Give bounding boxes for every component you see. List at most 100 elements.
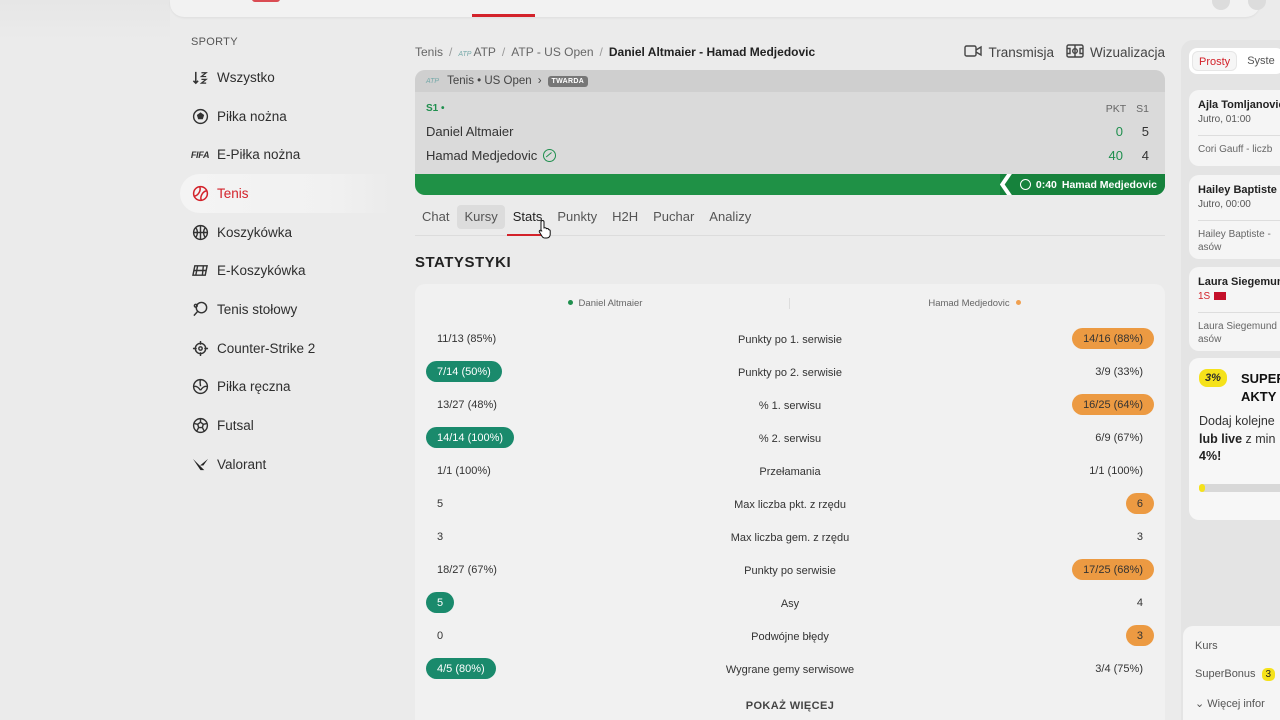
stats-left-player: Daniel Altmaier <box>415 297 790 309</box>
promo-progress-bar <box>1199 484 1280 492</box>
breadcrumb-current: Daniel Altmaier - Hamad Medjedovic <box>608 45 816 59</box>
bet-card[interactable]: Ajla Tomljanovic Jutro, 01:00 Cori Gauff… <box>1189 90 1280 166</box>
bet-card-name: Hailey Baptiste <box>1198 184 1277 196</box>
betslip-tabs: Prosty Syste <box>1189 48 1280 74</box>
stat-row: 5 Max liczba pkt. z rzędu 6 <box>415 487 1165 520</box>
stat-row: 7/14 (50%) Punkty po 2. serwisie 3/9 (33%) <box>415 355 1165 388</box>
set-value: 4 <box>1141 148 1149 163</box>
live-video-icon <box>1214 292 1227 301</box>
basketball-icon <box>191 223 209 241</box>
serving-ball-icon <box>543 149 557 162</box>
stream-label: Transmisja <box>988 45 1054 60</box>
tab-punkty[interactable]: Punkty <box>550 205 604 229</box>
stat-label: Punkty po 2. serwisie <box>738 367 842 379</box>
sidebar-item-label: Futsal <box>217 418 254 434</box>
valorant-icon <box>191 455 209 473</box>
tab-prosty[interactable]: Prosty <box>1192 51 1238 71</box>
sidebar-item-label: Tenis <box>217 185 249 201</box>
nav-active-indicator <box>472 14 535 17</box>
tab-chat[interactable]: Chat <box>415 205 456 229</box>
sidebar-item-pilka-reczna[interactable]: Piłka ręczna <box>180 368 390 407</box>
stat-label: Asy <box>780 598 800 610</box>
away-dot-icon <box>1015 300 1021 306</box>
match-tabs: Chat Kursy Stats Punkty H2H Puchar Anali… <box>415 205 1165 239</box>
timeline-time: 0:40 <box>1035 178 1057 191</box>
bet-card-selection: Laura Siegemund asów <box>1198 312 1280 346</box>
betslip-panel: Prosty Syste Ajla Tomljanovic Jutro, 01:… <box>1181 40 1280 720</box>
sidebar-item-pilka-nozna[interactable]: Piłka nożna <box>180 97 390 136</box>
sort-icon <box>191 68 209 86</box>
sidebar-title: SPORTY <box>191 36 238 48</box>
surface-badge: TWARDA <box>547 75 589 87</box>
bet-card[interactable]: Laura Siegemun 1S Laura Siegemund asów <box>1189 267 1280 351</box>
stat-right-value: 6 <box>1125 493 1154 514</box>
tournament-label[interactable]: Tenis • US Open <box>447 75 532 87</box>
logo[interactable] <box>252 0 280 2</box>
visualization-label: Wizualizacja <box>1089 45 1165 60</box>
player-name: Hamad Medjedovic <box>426 148 538 163</box>
chevron-down-icon: ⌄ <box>1195 698 1205 710</box>
sidebar-item-label: E-Piłka nożna <box>217 147 301 163</box>
video-camera-icon <box>964 43 983 62</box>
stat-right-value: 3/4 (75%) <box>1095 662 1143 675</box>
stats-header: Daniel Altmaier Hamad Medjedovic <box>415 284 1165 322</box>
tab-h2h[interactable]: H2H <box>605 205 645 229</box>
bet-card-name: Ajla Tomljanovic <box>1198 99 1280 111</box>
superbonus-label: SuperBonus 3 <box>1195 668 1276 681</box>
sidebar-item-label: Counter-Strike 2 <box>217 340 316 356</box>
stat-right-value: 17/25 (68%) <box>1072 559 1154 580</box>
sidebar-item-futsal[interactable]: Futsal <box>180 406 390 445</box>
header-icon[interactable] <box>1248 0 1266 10</box>
stream-button[interactable]: Transmisja <box>964 43 1054 62</box>
points-value: 0 <box>1115 124 1123 139</box>
current-set-indicator: S1 • <box>426 103 445 114</box>
sidebar-item-e-koszykowka[interactable]: E-Koszykówka <box>180 251 390 290</box>
sidebar-item-label: Koszykówka <box>217 224 293 240</box>
breadcrumb-item[interactable]: Tenis <box>415 45 443 59</box>
promo-headline: SUPERAKTY <box>1241 371 1280 404</box>
football-icon <box>191 107 209 125</box>
sidebar-item-label: E-Koszykówka <box>217 263 306 279</box>
tennis-ball-icon <box>1019 179 1031 190</box>
stat-label: Punkty po serwisie <box>744 565 836 577</box>
tab-puchar[interactable]: Puchar <box>646 205 701 229</box>
stat-right-value: 3/9 (33%) <box>1095 365 1143 378</box>
sidebar-item-wszystko[interactable]: Wszystko <box>180 58 390 97</box>
set-column-header: S1 <box>1136 103 1149 115</box>
tab-analizy[interactable]: Analizy <box>702 205 758 229</box>
chevron-right-icon: › <box>537 75 542 87</box>
player-home-score: 0 5 <box>1103 124 1149 139</box>
sidebar-item-label: Piłka ręczna <box>217 379 291 395</box>
more-info-toggle[interactable]: ⌄ Więcej infor <box>1195 697 1271 710</box>
bet-card[interactable]: Hailey Baptiste Jutro, 00:00 Hailey Bapt… <box>1189 175 1280 259</box>
sidebar-item-valorant[interactable]: Valorant <box>180 445 390 484</box>
sidebar-item-e-pilka-nozna[interactable]: FIFA E-Piłka nożna <box>180 135 390 174</box>
stat-right-value: 4 <box>1136 596 1143 609</box>
sidebar-item-tenis[interactable]: Tenis <box>180 174 390 213</box>
stat-label: % 1. serwisu <box>758 400 822 412</box>
pitch-icon <box>1066 43 1084 62</box>
bet-card-live: 1S <box>1198 291 1280 302</box>
tab-kursy[interactable]: Kursy <box>457 205 505 229</box>
bet-card-time: Jutro, 01:00 <box>1198 114 1251 125</box>
sidebar-item-counter-strike-2[interactable]: Counter-Strike 2 <box>180 329 390 368</box>
sidebar-item-label: Piłka nożna <box>217 108 287 124</box>
sidebar-item-tenis-stolowy[interactable]: Tenis stołowy <box>180 290 390 329</box>
bet-card-selection: Cori Gauff - liczb <box>1198 135 1280 157</box>
tab-system[interactable]: Syste <box>1241 51 1280 71</box>
crosshair-icon <box>191 339 209 357</box>
odds-label: Kurs <box>1195 640 1218 652</box>
sports-sidebar: SPORTY Wszystko Piłka nożna FIFA E-Piłka… <box>180 36 390 484</box>
stat-row: 13/27 (48%)% 1. serwisu 16/25 (64%) <box>415 388 1165 421</box>
breadcrumb-item[interactable]: ATP - US Open <box>511 45 593 59</box>
sidebar-item-koszykowka[interactable]: Koszykówka <box>180 213 390 252</box>
show-more-button[interactable]: POKAŻ WIĘCEJ <box>415 700 1165 712</box>
visualization-button[interactable]: Wizualizacja <box>1066 43 1165 62</box>
breadcrumb-item[interactable]: ATP ATP <box>458 45 496 59</box>
header-icon[interactable] <box>1212 0 1230 10</box>
table-tennis-icon <box>191 300 209 318</box>
stat-right-value: 1/1 (100%) <box>1089 464 1143 477</box>
scoreboard: ATP Tenis • US Open › TWARDA S1 • PKT S1… <box>415 70 1165 174</box>
scoreboard-header: ATP Tenis • US Open › TWARDA <box>415 70 1165 92</box>
stat-right-value: 6/9 (67%) <box>1095 431 1143 444</box>
